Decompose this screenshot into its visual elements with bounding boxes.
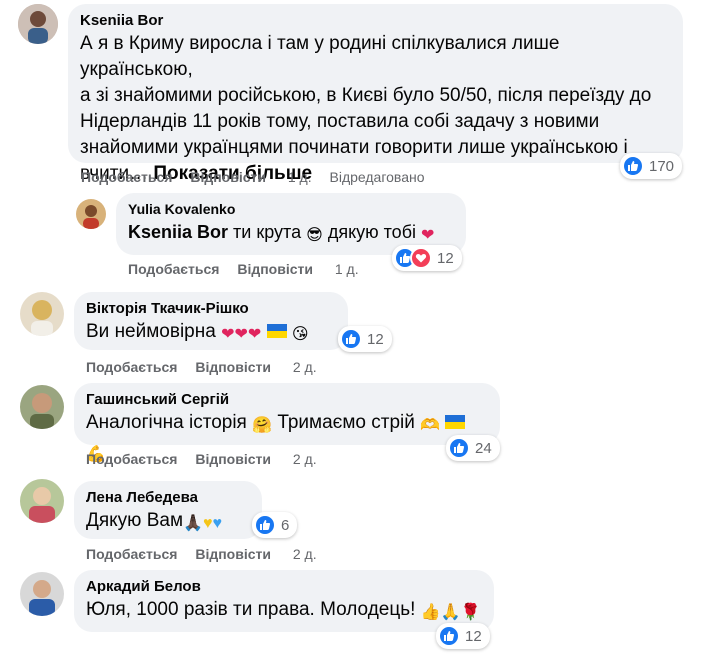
comment-bubble: Гашинський Сергій Аналогічна історія 🤗 Т… bbox=[74, 383, 500, 463]
reply-button[interactable]: Відповісти bbox=[195, 546, 271, 562]
reactions-badge[interactable]: 24 bbox=[446, 435, 500, 461]
comment-bubble: Kseniia Bor А я в Криму виросла і там у … bbox=[68, 4, 683, 184]
comment-actions: Подобається Відповісти 1 д. bbox=[128, 261, 373, 277]
comment-timestamp[interactable]: 2 д. bbox=[293, 359, 317, 375]
reactions-badge[interactable]: 12 bbox=[436, 623, 490, 649]
comment-text: Дякую Вам bbox=[86, 510, 184, 531]
comment-text: Юля, 1000 разів ти права. Молодець! bbox=[86, 599, 416, 620]
reaction-count: 6 bbox=[281, 516, 290, 534]
comment-text-line: а зі знайомими російською, в Києві було … bbox=[80, 85, 652, 106]
comment-timestamp[interactable]: 2 д. bbox=[293, 546, 317, 562]
comment-author[interactable]: Вікторія Ткачик-Рішко bbox=[86, 300, 336, 317]
comment-bubble: Вікторія Ткачик-Рішко Ви неймовірна ❤❤❤ … bbox=[74, 292, 348, 350]
avatar-photo bbox=[20, 292, 64, 336]
comment-actions: Подобається Відповісти 2 д. bbox=[86, 546, 331, 562]
red-heart-emoji-icon: ❤❤❤ bbox=[221, 326, 262, 343]
edited-label[interactable]: Відредаговано bbox=[330, 169, 425, 185]
reactions-badge[interactable]: 12 bbox=[338, 326, 392, 352]
avatar-photo bbox=[20, 385, 64, 429]
comment-author[interactable]: Гашинський Сергій bbox=[86, 391, 488, 408]
yellow-heart-emoji-icon: ♥ bbox=[202, 515, 213, 532]
reactions-badge[interactable]: 12 bbox=[392, 245, 462, 271]
ukraine-flag-icon bbox=[445, 415, 466, 429]
like-reaction-icon bbox=[622, 155, 644, 177]
reply-button[interactable]: Відповісти bbox=[190, 169, 266, 185]
like-button[interactable]: Подобається bbox=[86, 451, 177, 467]
like-button[interactable]: Подобається bbox=[128, 261, 219, 277]
reaction-count: 12 bbox=[437, 249, 454, 267]
blue-heart-emoji-icon: ♥ bbox=[212, 515, 222, 532]
comment-timestamp[interactable]: 1 д. bbox=[288, 169, 312, 185]
like-reaction-icon bbox=[340, 328, 362, 350]
avatar-photo bbox=[20, 479, 64, 523]
comment-text: ти крута bbox=[233, 222, 302, 242]
comment-actions: Подобається Відповісти 1 д. Відредагован… bbox=[81, 169, 439, 185]
avatar[interactable] bbox=[18, 4, 58, 44]
like-button[interactable]: Подобається bbox=[81, 169, 172, 185]
like-button[interactable]: Подобається bbox=[86, 546, 177, 562]
like-reaction-icon bbox=[438, 625, 460, 647]
mention-link[interactable]: Kseniia Bor bbox=[128, 222, 228, 242]
reply-button[interactable]: Відповісти bbox=[195, 451, 271, 467]
avatar[interactable] bbox=[20, 292, 64, 336]
comment-text-2: дякую тобі bbox=[327, 222, 417, 242]
comment-author[interactable]: Аркадий Белов bbox=[86, 578, 482, 595]
comment-actions: Подобається Відповісти 2 д. bbox=[86, 451, 331, 467]
kiss-emoji-icon: 😘 bbox=[291, 326, 309, 343]
reactions-badge[interactable]: 170 bbox=[620, 153, 683, 179]
reply-button[interactable]: Відповісти bbox=[237, 261, 313, 277]
comment-bubble: Лена Лебедева Дякую Вам🙏🏿♥♥ bbox=[74, 481, 262, 539]
reaction-count: 12 bbox=[367, 330, 384, 348]
comment-text: Ви неймовірна bbox=[86, 321, 216, 342]
reactions-badge[interactable]: 6 bbox=[252, 512, 298, 538]
avatar[interactable] bbox=[76, 199, 106, 229]
comment-text-line: А я в Криму виросла і там у родині спілк… bbox=[80, 33, 560, 80]
avatar-photo bbox=[76, 199, 106, 229]
heart-hands-emoji-icon: 🫶 bbox=[420, 417, 441, 434]
avatar[interactable] bbox=[20, 479, 64, 523]
comment-text-line: знайомими українцями починати говорити л… bbox=[80, 137, 628, 158]
comment-author[interactable]: Yulia Kovalenko bbox=[128, 201, 454, 217]
like-button[interactable]: Подобається bbox=[86, 359, 177, 375]
folded-hands-emoji-icon: 🙏🏿 bbox=[183, 515, 203, 532]
love-reaction-icon bbox=[410, 247, 432, 269]
avatar[interactable] bbox=[20, 385, 64, 429]
comment-text-line: Нідерландів 11 років тому, поставила соб… bbox=[80, 111, 600, 132]
reaction-count: 24 bbox=[475, 439, 492, 457]
reaction-count: 170 bbox=[649, 157, 675, 175]
comment-timestamp[interactable]: 1 д. bbox=[335, 261, 359, 277]
comment-author[interactable]: Лена Лебедева bbox=[86, 489, 250, 506]
ukraine-flag-icon bbox=[266, 324, 287, 338]
comment-timestamp[interactable]: 2 д. bbox=[293, 451, 317, 467]
avatar-photo bbox=[20, 572, 64, 616]
avatar[interactable] bbox=[20, 572, 64, 616]
like-reaction-icon bbox=[448, 437, 470, 459]
hugging-emoji-icon: 🤗 bbox=[252, 417, 273, 434]
sunglasses-emoji-icon: 😎 bbox=[306, 227, 323, 244]
reply-button[interactable]: Відповісти bbox=[195, 359, 271, 375]
comment-text: Аналогічна історія bbox=[86, 412, 247, 433]
comment-actions: Подобається Відповісти 2 д. bbox=[86, 359, 331, 375]
reaction-count: 12 bbox=[465, 627, 482, 645]
avatar-photo bbox=[18, 4, 58, 44]
comment-text-2: Тримаємо стрій bbox=[277, 412, 415, 433]
like-reaction-icon bbox=[254, 514, 276, 536]
comment-bubble: Аркадий Белов Юля, 1000 разів ти права. … bbox=[74, 570, 494, 632]
thumbs-up-emoji-icon: 👍 bbox=[420, 604, 441, 621]
comment-author[interactable]: Kseniia Bor bbox=[80, 12, 671, 29]
